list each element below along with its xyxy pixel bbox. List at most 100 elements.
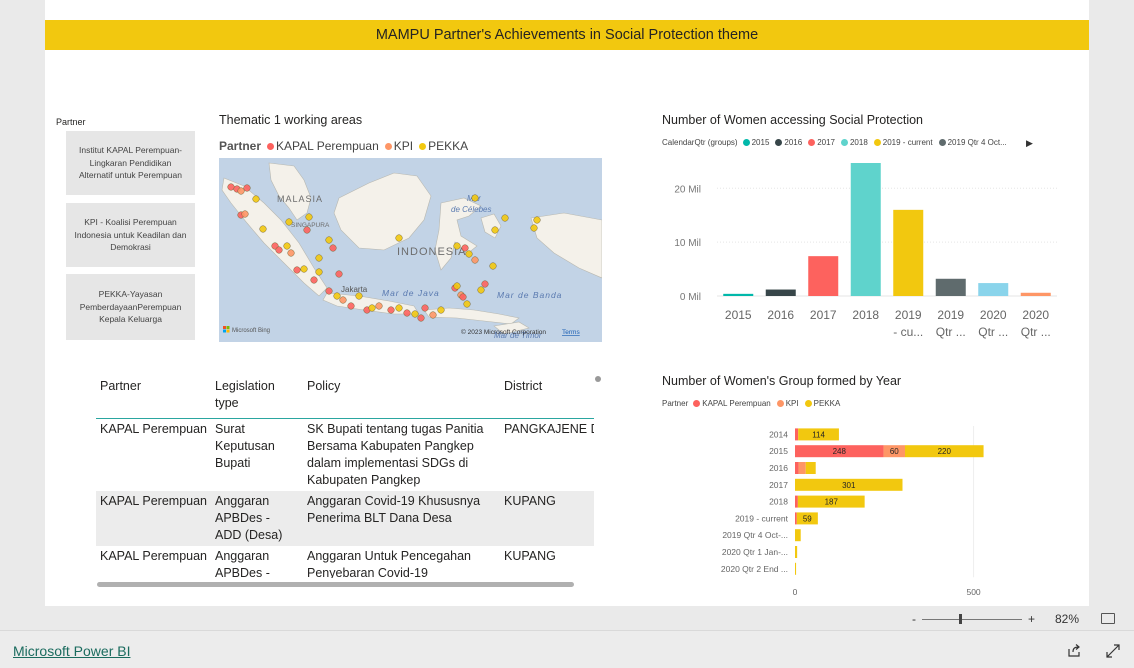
map-point[interactable] bbox=[339, 296, 347, 304]
map-point[interactable] bbox=[335, 270, 343, 278]
map-point[interactable] bbox=[305, 213, 313, 221]
power-bi-link[interactable]: Microsoft Power BI bbox=[13, 643, 130, 659]
map-point[interactable] bbox=[387, 306, 395, 314]
map-point[interactable] bbox=[533, 216, 541, 224]
fit-page-icon[interactable] bbox=[1101, 613, 1115, 624]
map-point[interactable] bbox=[471, 256, 479, 264]
map-point[interactable] bbox=[325, 287, 333, 295]
map-point[interactable] bbox=[293, 266, 301, 274]
slicer-item-pekka[interactable]: PEKKA-Yayasan PemberdayaanPerempuan Kepa… bbox=[66, 274, 195, 340]
groups-bar-segment[interactable] bbox=[795, 529, 801, 542]
map-point[interactable] bbox=[429, 311, 437, 319]
legend-next-icon[interactable]: ▶ bbox=[1026, 138, 1033, 149]
map-point[interactable] bbox=[325, 236, 333, 244]
map-point[interactable] bbox=[241, 210, 249, 218]
map-point[interactable] bbox=[310, 276, 318, 284]
table-horizontal-scrollbar[interactable] bbox=[97, 582, 574, 587]
map-legend-kapal[interactable]: KAPAL Perempuan bbox=[267, 139, 379, 153]
map-point[interactable] bbox=[489, 262, 497, 270]
map-point[interactable] bbox=[395, 304, 403, 312]
sp-legend-item[interactable]: 2019 - current bbox=[873, 138, 933, 147]
map-point[interactable] bbox=[530, 224, 538, 232]
map-point[interactable] bbox=[501, 214, 509, 222]
groups-legend-item[interactable]: KAPAL Perempuan bbox=[693, 399, 771, 408]
groups-bar-segment[interactable] bbox=[795, 512, 797, 525]
map-point[interactable] bbox=[375, 302, 383, 310]
zoom-in-button[interactable]: + bbox=[1028, 612, 1035, 626]
map-point[interactable] bbox=[333, 292, 341, 300]
groups-bar-segment[interactable] bbox=[795, 546, 798, 558]
sp-bar[interactable] bbox=[1020, 292, 1051, 296]
map-point[interactable] bbox=[283, 242, 291, 250]
map-point[interactable] bbox=[303, 226, 311, 234]
map-legend-pekka[interactable]: PEKKA bbox=[419, 139, 468, 153]
groups-bar-segment[interactable] bbox=[795, 428, 799, 441]
map-point[interactable] bbox=[329, 244, 337, 252]
table-row[interactable]: KAPAL Perempuan Anggaran APBDes - ADD (D… bbox=[96, 491, 594, 546]
map-point[interactable] bbox=[315, 268, 323, 276]
col-header-district[interactable]: District bbox=[500, 370, 594, 419]
map-point[interactable] bbox=[287, 249, 295, 257]
map-point[interactable] bbox=[243, 184, 251, 192]
map-point[interactable] bbox=[459, 293, 467, 301]
zoom-slider-track[interactable] bbox=[922, 619, 1022, 620]
groups-bar-segment[interactable] bbox=[798, 462, 806, 474]
map-point[interactable] bbox=[465, 250, 473, 258]
slicer-item-kapal[interactable]: Institut KAPAL Perempuan-Lingkaran Pendi… bbox=[66, 131, 195, 195]
map-point[interactable] bbox=[395, 234, 403, 242]
map-point[interactable] bbox=[355, 292, 363, 300]
sp-bar[interactable] bbox=[935, 278, 966, 296]
groups-legend-item[interactable]: PEKKA bbox=[804, 399, 840, 408]
sp-bar[interactable] bbox=[850, 163, 881, 296]
map-point[interactable] bbox=[403, 309, 411, 317]
sp-bar[interactable] bbox=[723, 293, 754, 296]
map-point[interactable] bbox=[275, 246, 283, 254]
zoom-out-button[interactable]: - bbox=[912, 612, 916, 626]
groups-legend-item[interactable]: KPI bbox=[776, 399, 799, 408]
map-point[interactable] bbox=[491, 226, 499, 234]
map-point[interactable] bbox=[300, 265, 308, 273]
map-point[interactable] bbox=[417, 314, 425, 322]
groups-bar-segment[interactable] bbox=[795, 495, 798, 508]
groups-bar-segment[interactable] bbox=[795, 562, 797, 575]
map-point[interactable] bbox=[237, 187, 245, 195]
sp-bar[interactable] bbox=[765, 289, 796, 296]
map-point[interactable] bbox=[315, 254, 323, 262]
zoom-slider-thumb[interactable] bbox=[959, 614, 962, 624]
sp-legend-item[interactable]: 2017 bbox=[808, 138, 835, 147]
map-point[interactable] bbox=[285, 218, 293, 226]
table-row[interactable]: KAPAL Perempuan Anggaran APBDes - ADD An… bbox=[96, 546, 594, 578]
sp-legend-item[interactable]: 2015 bbox=[742, 138, 769, 147]
col-header-legislation-type[interactable]: Legislation type bbox=[211, 370, 303, 419]
groups-bar-segment[interactable] bbox=[795, 462, 799, 474]
map-point[interactable] bbox=[461, 244, 469, 252]
map-point[interactable] bbox=[347, 302, 355, 310]
map-point[interactable] bbox=[411, 310, 419, 318]
sp-bar[interactable] bbox=[808, 256, 839, 296]
sp-bar[interactable] bbox=[893, 209, 924, 296]
table-row[interactable]: KAPAL Perempuan Surat Keputusan Bupati S… bbox=[96, 419, 594, 492]
map-point[interactable] bbox=[463, 300, 471, 308]
slicer-item-kpi[interactable]: KPI - Koalisi Perempuan Indonesia untuk … bbox=[66, 203, 195, 267]
map-point[interactable] bbox=[437, 306, 445, 314]
map-point[interactable] bbox=[477, 286, 485, 294]
col-header-policy[interactable]: Policy bbox=[303, 370, 500, 419]
map-terms-link[interactable]: Terms bbox=[562, 329, 580, 336]
map-point[interactable] bbox=[453, 282, 461, 290]
fullscreen-icon[interactable] bbox=[1105, 643, 1121, 659]
groups-bar-segment[interactable] bbox=[805, 462, 816, 474]
sp-bar[interactable] bbox=[978, 283, 1009, 296]
col-header-partner[interactable]: Partner bbox=[96, 370, 211, 419]
sp-legend-item[interactable]: 2018 bbox=[840, 138, 868, 147]
map-point[interactable] bbox=[227, 183, 235, 191]
share-icon[interactable] bbox=[1066, 643, 1082, 659]
sp-legend-item[interactable]: 2016 bbox=[775, 138, 802, 147]
map-point[interactable] bbox=[453, 242, 461, 250]
map-point[interactable] bbox=[481, 280, 489, 288]
map-legend-kpi[interactable]: KPI bbox=[384, 139, 413, 153]
map-point[interactable] bbox=[259, 225, 267, 233]
map-point[interactable] bbox=[471, 194, 479, 202]
table-vertical-scrollbar[interactable] bbox=[595, 376, 601, 382]
map-point[interactable] bbox=[252, 195, 260, 203]
map-point[interactable] bbox=[421, 304, 429, 312]
